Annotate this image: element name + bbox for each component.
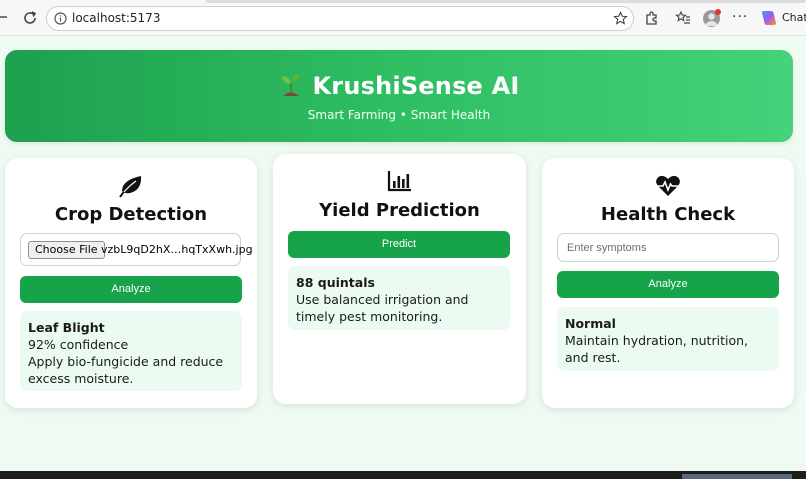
predict-button[interactable]: Predict <box>288 231 510 258</box>
confidence-text: 92% confidence <box>28 337 129 352</box>
extensions-puzzle-icon[interactable] <box>644 10 660 26</box>
leaf-icon <box>119 176 142 198</box>
health-check-card: Health Check Analyze Normal Maintain hyd… <box>542 158 794 408</box>
app-header: KrushiSense AI Smart Farming • Smart Hea… <box>5 50 793 142</box>
health-check-title: Health Check <box>600 204 736 225</box>
sprout-icon <box>281 74 300 96</box>
health-result-box: Normal Maintain hydration, nutrition, an… <box>557 307 779 371</box>
taskbar-highlight <box>682 474 792 479</box>
bookmark-star-icon[interactable] <box>613 11 628 26</box>
yield-result-box: 88 quintals Use balanced irrigation and … <box>288 266 510 330</box>
yield-prediction-card: Yield Prediction Predict 88 quintals Use… <box>273 154 526 404</box>
tab-strip <box>206 0 806 3</box>
url-text[interactable]: localhost:5173 <box>72 11 160 25</box>
app-subtitle: Smart Farming • Smart Health <box>307 108 491 122</box>
notification-dot <box>715 9 721 15</box>
choose-file-button[interactable]: Choose File <box>28 241 105 259</box>
chat-button[interactable]: Chat <box>782 11 806 24</box>
analyze-crop-button[interactable]: Analyze <box>20 276 242 303</box>
crop-result-box: Leaf Blight 92% confidence Apply bio-fun… <box>20 311 242 391</box>
health-status: Normal <box>565 316 616 331</box>
site-info-icon[interactable] <box>54 12 67 25</box>
app-title: KrushiSense AI <box>5 72 793 100</box>
favorites-list-icon[interactable] <box>675 10 691 26</box>
browser-toolbar: localhost:5173 ··· Chat <box>0 0 806 36</box>
yield-prediction-title: Yield Prediction <box>319 200 480 221</box>
app-title-text: KrushiSense AI <box>312 72 520 100</box>
copilot-icon[interactable] <box>760 9 778 27</box>
reload-icon[interactable] <box>22 10 38 26</box>
heartbeat-icon <box>656 175 680 196</box>
yield-value: 88 quintals <box>296 275 375 290</box>
address-bar[interactable]: localhost:5173 <box>46 6 634 31</box>
more-menu-icon[interactable]: ··· <box>732 10 748 24</box>
crop-detection-title: Crop Detection <box>54 204 208 225</box>
disease-label: Leaf Blight <box>28 320 105 335</box>
image-file-input[interactable]: Choose File vzbL9qD2hX…hqTxXwh.jpg <box>20 233 253 266</box>
crop-detection-card: Crop Detection Choose File vzbL9qD2hX…hq… <box>5 158 257 408</box>
symptoms-input[interactable] <box>557 233 779 262</box>
selected-file-name: vzbL9qD2hX…hqTxXwh.jpg <box>101 243 253 256</box>
health-advice: Maintain hydration, nutrition, and rest. <box>565 333 748 365</box>
yield-advice: Use balanced irrigation and timely pest … <box>296 292 469 324</box>
analyze-health-button[interactable]: Analyze <box>557 271 779 298</box>
treatment-advice: Apply bio-fungicide and reduce excess mo… <box>28 354 224 386</box>
bar-chart-icon <box>387 171 411 192</box>
back-arrow-icon[interactable] <box>0 9 8 25</box>
